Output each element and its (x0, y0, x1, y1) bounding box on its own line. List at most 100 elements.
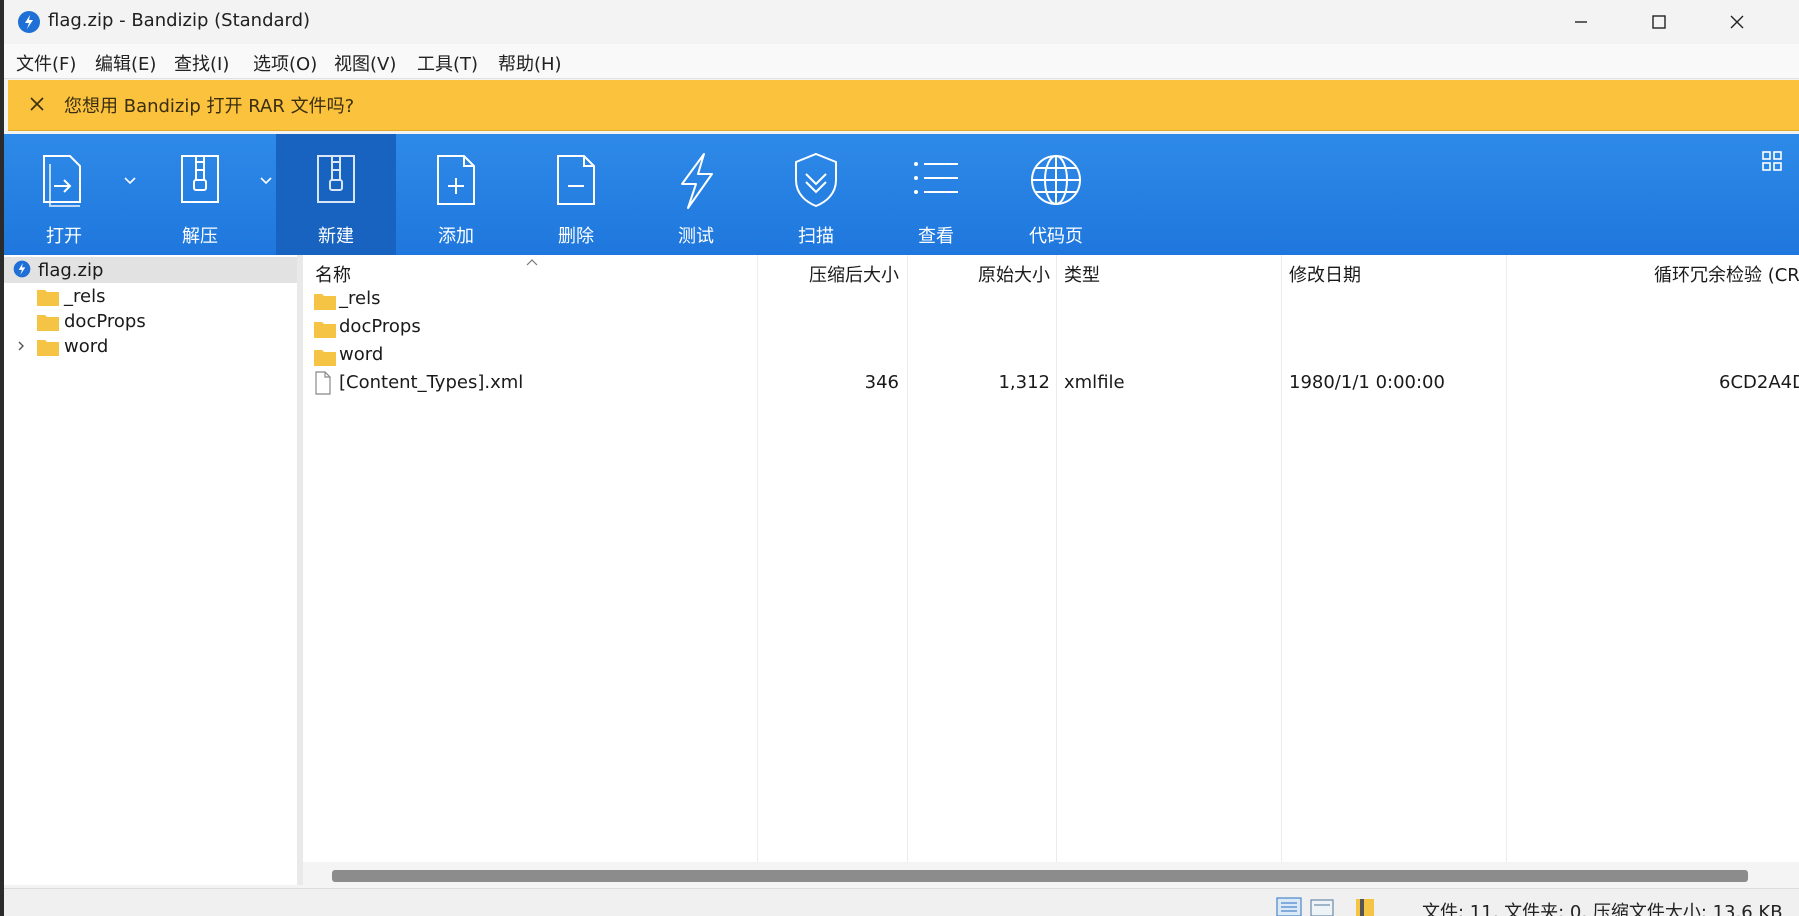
codepage-globe-icon (1031, 155, 1081, 205)
table-row[interactable]: word (303, 341, 1799, 369)
main-toolbar: 打开 解压 新建 添加 删除 测试 扫描 查看 代码页 (4, 134, 1799, 255)
file-name: [Content_Types].xml (339, 372, 524, 393)
header-label: 原始大小 (978, 265, 1050, 286)
test-button[interactable]: 测试 (636, 134, 756, 255)
column-header-date[interactable]: 修改日期 (1281, 255, 1506, 289)
open-label: 打开 (46, 226, 82, 247)
delete-label: 删除 (558, 226, 594, 247)
minimize-icon (1575, 21, 1587, 23)
folder-icon (314, 350, 336, 366)
column-header-packed[interactable]: 压缩后大小 (757, 255, 907, 289)
delete-file-icon (557, 155, 595, 205)
add-file-icon (437, 155, 475, 205)
archive-info-icon[interactable] (1354, 897, 1380, 916)
add-label: 添加 (438, 226, 474, 247)
close-icon (1730, 15, 1744, 29)
open-icon (43, 155, 81, 207)
bandizip-window: flag.zip - Bandizip (Standard) 文件(F) 编辑(… (4, 0, 1799, 916)
expand-chevron-icon[interactable] (14, 339, 28, 353)
file-name: _rels (339, 288, 381, 309)
menu-find[interactable]: 查找(I) (174, 50, 229, 76)
tree-item-label: docProps (64, 311, 146, 332)
column-header-name[interactable]: 名称 (303, 255, 757, 289)
maximize-icon (1652, 15, 1666, 29)
modified-date: 1980/1/1 0:00:00 (1289, 372, 1445, 393)
folder-icon (314, 294, 336, 310)
header-label: 修改日期 (1289, 265, 1361, 286)
column-header-size[interactable]: 原始大小 (907, 255, 1056, 289)
scrollbar-thumb[interactable] (332, 870, 1748, 882)
column-header-crc[interactable]: 循环冗余检验 (CR (1506, 255, 1799, 289)
scan-label: 扫描 (798, 226, 834, 247)
view-button[interactable]: 查看 (876, 134, 996, 255)
minimize-button[interactable] (1542, 0, 1620, 44)
tree-item-rels[interactable]: _rels (4, 283, 297, 309)
extract-label: 解压 (182, 226, 218, 247)
header-label: 名称 (315, 265, 351, 286)
file-type: xmlfile (1064, 372, 1125, 393)
crc-value: 6CD2A4D (1719, 372, 1799, 393)
bandizip-logo-icon (18, 11, 40, 33)
folder-icon (37, 290, 59, 306)
packed-size: 346 (864, 372, 899, 393)
zip-archive-icon (13, 260, 31, 278)
header-label: 压缩后大小 (809, 265, 899, 286)
rar-association-notice: 您想用 Bandizip 打开 RAR 文件吗? (8, 80, 1799, 131)
open-dropdown-chevron-icon[interactable] (120, 170, 140, 190)
test-label: 测试 (678, 226, 714, 247)
file-name: docProps (339, 316, 421, 337)
title-bar: flag.zip - Bandizip (Standard) (4, 0, 1799, 44)
notice-close-icon[interactable] (26, 93, 48, 115)
extract-dropdown-chevron-icon[interactable] (256, 170, 276, 190)
menu-tools[interactable]: 工具(T) (417, 50, 478, 76)
preview-view-icon[interactable] (1310, 897, 1336, 916)
folder-tree: flag.zip _rels docProps word (4, 255, 303, 885)
sort-ascending-icon (526, 259, 538, 266)
table-row[interactable]: [Content_Types].xml 346 1,312 xmlfile 19… (303, 369, 1799, 397)
view-list-icon (914, 162, 958, 194)
test-lightning-icon (681, 153, 713, 209)
status-text: 文件: 11, 文件夹: 0, 压缩文件大小: 13.6 KB (1422, 902, 1783, 916)
codepage-button[interactable]: 代码页 (996, 134, 1116, 255)
menu-view[interactable]: 视图(V) (334, 50, 396, 76)
add-button[interactable]: 添加 (396, 134, 516, 255)
file-list: 名称 压缩后大小 原始大小 类型 修改日期 循环冗余检验 (CR _rels d… (303, 255, 1799, 862)
horizontal-scrollbar[interactable] (303, 862, 1799, 888)
view-label: 查看 (918, 226, 954, 247)
header-label: 循环冗余检验 (CR (1654, 265, 1799, 286)
extract-icon (181, 155, 219, 203)
details-view-icon[interactable] (1276, 897, 1302, 916)
menu-options[interactable]: 选项(O) (253, 50, 317, 76)
open-button[interactable]: 打开 (4, 134, 124, 255)
table-row[interactable]: docProps (303, 313, 1799, 341)
new-archive-icon (317, 155, 355, 203)
codepage-label: 代码页 (1029, 226, 1083, 247)
menu-edit[interactable]: 编辑(E) (95, 50, 156, 76)
menu-bar: 文件(F) 编辑(E) 查找(I) 选项(O) 视图(V) 工具(T) 帮助(H… (4, 44, 1799, 79)
folder-icon (314, 322, 336, 338)
tree-root-label: flag.zip (38, 260, 104, 281)
folder-icon (37, 340, 59, 356)
table-row[interactable]: _rels (303, 285, 1799, 313)
file-name: word (339, 344, 384, 365)
tree-item-docprops[interactable]: docProps (4, 308, 297, 334)
tree-item-root[interactable]: flag.zip (4, 257, 297, 283)
tree-item-label: _rels (64, 286, 106, 307)
window-title: flag.zip - Bandizip (Standard) (48, 10, 311, 31)
menu-help[interactable]: 帮助(H) (498, 50, 562, 76)
new-archive-button[interactable]: 新建 (276, 134, 396, 255)
scan-button[interactable]: 扫描 (756, 134, 876, 255)
tree-item-label: word (64, 336, 109, 357)
menu-file[interactable]: 文件(F) (16, 50, 76, 76)
column-header-type[interactable]: 类型 (1056, 255, 1281, 289)
original-size: 1,312 (998, 372, 1050, 393)
notice-text[interactable]: 您想用 Bandizip 打开 RAR 文件吗? (64, 92, 354, 118)
delete-button[interactable]: 删除 (516, 134, 636, 255)
close-button[interactable] (1698, 0, 1776, 44)
scan-shield-icon (795, 152, 837, 208)
layout-grid-icon[interactable] (1761, 150, 1783, 172)
folder-icon (37, 315, 59, 331)
maximize-button[interactable] (1620, 0, 1698, 44)
extract-button[interactable]: 解压 (140, 134, 260, 255)
tree-item-word[interactable]: word (4, 333, 297, 359)
